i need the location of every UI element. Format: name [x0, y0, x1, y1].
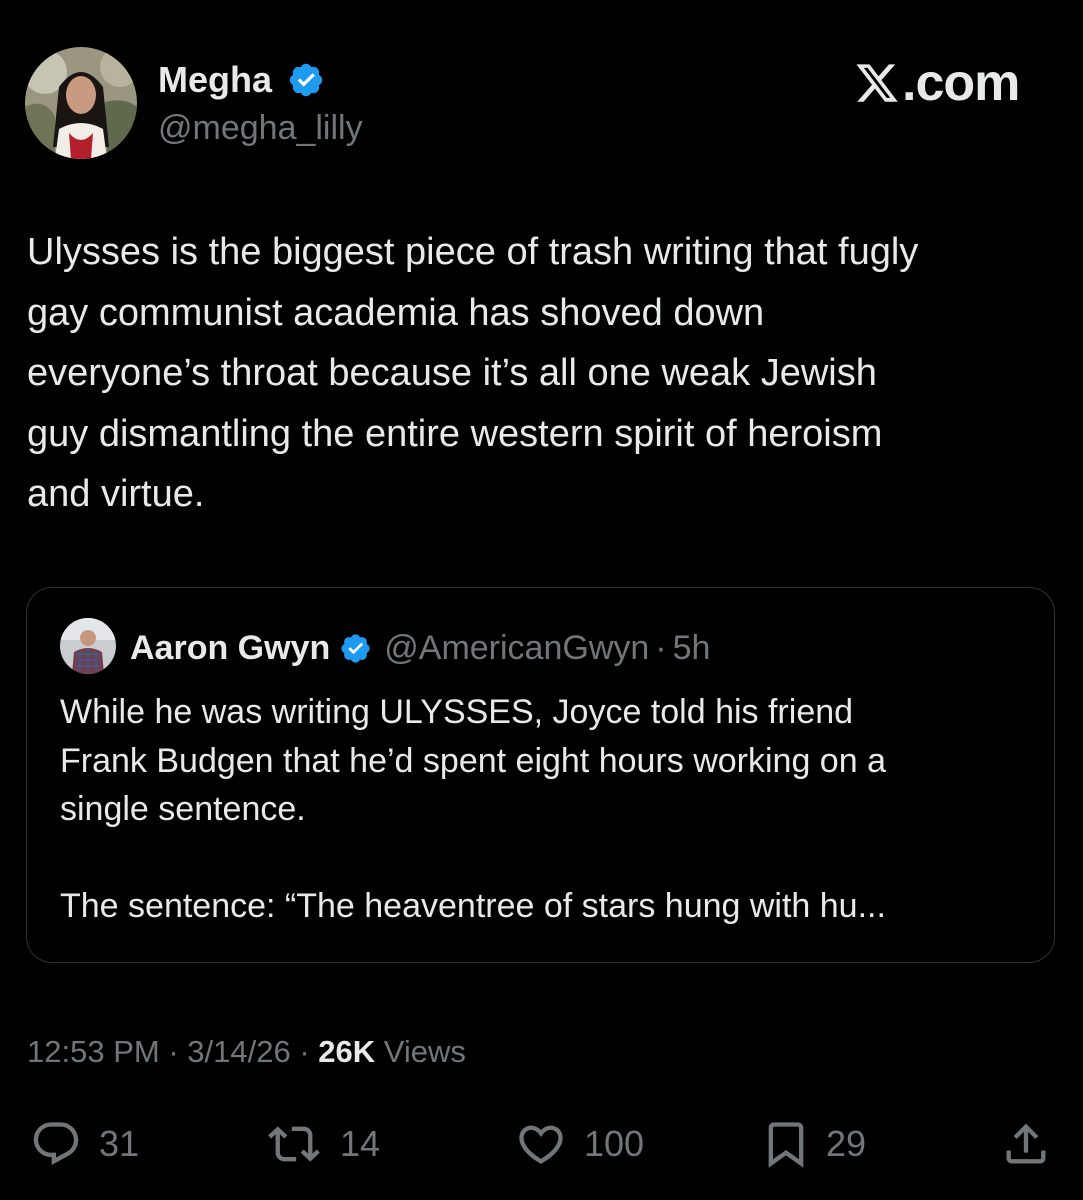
quoted-author-name[interactable]: Aaron Gwyn	[130, 626, 330, 670]
retweet-count: 14	[340, 1123, 381, 1164]
quoted-tweet-card[interactable]: Aaron Gwyn @AmericanGwyn · 5h While he w…	[26, 587, 1055, 963]
tweet-date[interactable]: 3/14/26	[187, 1034, 290, 1069]
separator-dot: ·	[299, 1034, 310, 1069]
views-label: Views	[383, 1034, 466, 1069]
retweet-icon	[268, 1126, 320, 1162]
brand-logo: .com	[853, 54, 1020, 112]
separator-dot: ·	[168, 1034, 179, 1069]
bookmark-icon	[768, 1122, 804, 1168]
quoted-tweet-header: Aaron Gwyn @AmericanGwyn · 5h	[130, 626, 710, 670]
share-icon	[1006, 1123, 1046, 1164]
verified-badge-icon	[341, 633, 370, 663]
share-button[interactable]	[1000, 1118, 1052, 1170]
author-display-name[interactable]: Megha	[158, 58, 272, 102]
bookmark-count: 29	[826, 1123, 867, 1164]
like-count: 100	[584, 1123, 645, 1164]
brand-logo-text: .com	[902, 54, 1020, 112]
x-logo-icon	[856, 64, 898, 102]
quoted-tweet-time[interactable]: 5h	[673, 626, 711, 670]
reply-icon	[33, 1122, 79, 1166]
heart-icon	[519, 1125, 563, 1164]
reply-button[interactable]: 31	[27, 1118, 139, 1170]
separator-dot: ·	[655, 629, 667, 667]
quoted-tweet-text: While he was writing ULYSSES, Joyce told…	[60, 693, 886, 925]
tweet-time[interactable]: 12:53 PM	[27, 1034, 160, 1069]
bookmark-button[interactable]: 29	[760, 1118, 866, 1170]
author-handle[interactable]: @megha_lilly	[158, 106, 363, 150]
quoted-author-avatar[interactable]	[60, 618, 116, 674]
tweet-text: Ulysses is the biggest piece of trash wr…	[27, 231, 919, 515]
retweet-button[interactable]: 14	[262, 1118, 380, 1170]
author-avatar[interactable]	[25, 47, 137, 159]
verified-badge-icon	[289, 63, 323, 97]
reply-count: 31	[99, 1123, 140, 1164]
tweet-meta: 12:53 PM · 3/14/26 · 26K Views	[27, 1030, 466, 1074]
quoted-author-handle[interactable]: @AmericanGwyn	[384, 626, 649, 670]
views-count: 26K	[318, 1034, 376, 1069]
like-button[interactable]: 100	[512, 1118, 644, 1170]
